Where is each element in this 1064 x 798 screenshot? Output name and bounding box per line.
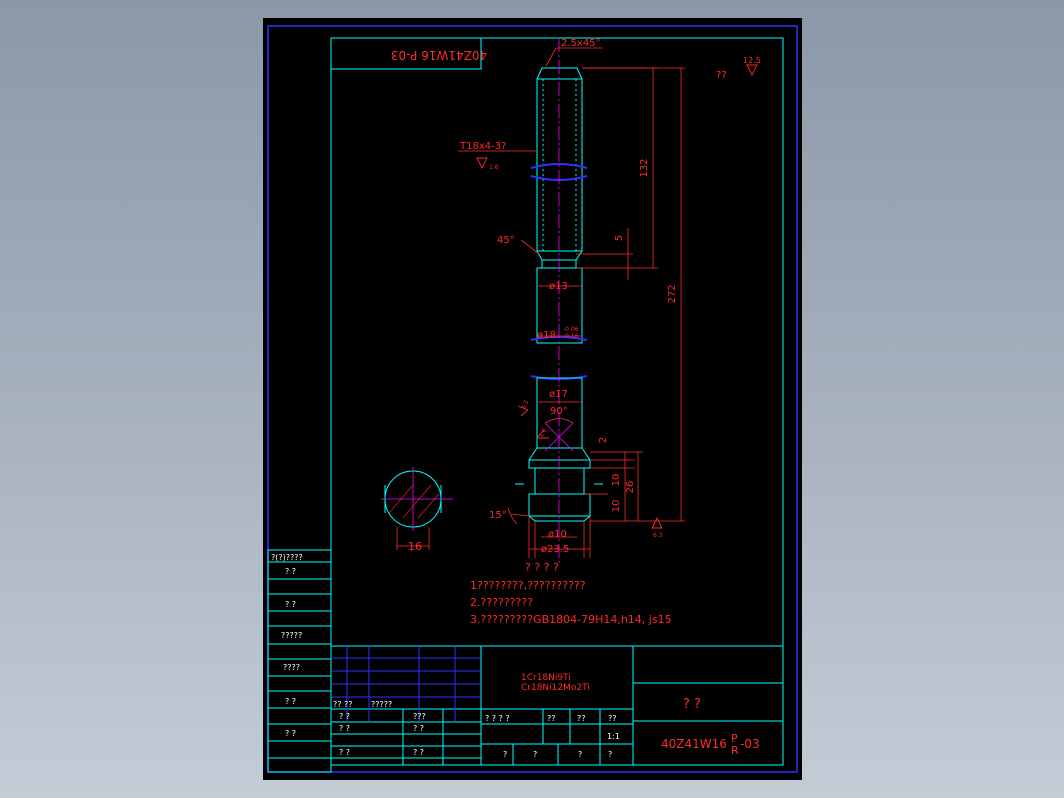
cad-drawing-viewport[interactable]: 40Z41W16 P-03 2.5x45° 12.5 ?? T18x4-3? 1… (263, 18, 802, 780)
left-strip-label-0: ?(?)???? (271, 553, 303, 562)
dim-10-upper: 10 (611, 474, 622, 487)
mirrored-code-text: 40Z41W16 P-03 (391, 48, 487, 62)
left-strip-label-1: ? ? (285, 567, 296, 576)
roughness-icon-main (746, 64, 758, 77)
section-width: 16 (408, 540, 422, 553)
dim-5: 5 (614, 235, 625, 241)
left-strip-label-4: ???? (283, 663, 300, 672)
tb-sheet-label-3: ? (608, 750, 612, 759)
tb-col-label-0: ??? (413, 712, 426, 721)
tol-18-lower: -0.16 (563, 333, 579, 340)
note-2: 2.????????? (470, 596, 533, 609)
roughness-main-value: 12.5 (743, 56, 761, 65)
roughness-icon-thread (476, 157, 488, 170)
dim-272: 272 (667, 284, 678, 303)
left-strip-label-5: ? ? (285, 697, 296, 706)
chamfer-label: 2.5x45° (561, 38, 601, 49)
material-2: Cr18Ni12Mo2Ti (521, 683, 590, 693)
tb-row-label-1: ????? (371, 700, 392, 709)
tb-row-label-2: ? ? (339, 712, 350, 721)
tech-req-title: ? ? ? ? (525, 561, 559, 574)
tb-row-label-3: ? ? (339, 724, 350, 733)
roughness-symbols (476, 64, 758, 529)
dia-10: ø10 (548, 529, 567, 540)
tb-col-label-2: ? ? (413, 748, 424, 757)
tb-sheet-label-0: ? (503, 750, 507, 759)
dim-132: 132 (639, 158, 650, 177)
dia-23-5: ø23.5 (541, 544, 569, 555)
left-strip-label-3: ????? (281, 631, 302, 640)
dia-17: ø17 (549, 389, 568, 400)
material-1: 1Cr18Ni9Ti (521, 673, 571, 683)
dim-26: 26 (625, 481, 636, 494)
dia-13: ø13 (549, 281, 568, 292)
dim-10-lower: 10 (611, 500, 622, 513)
tb-stage-label-2: ?? (577, 714, 586, 723)
part-name: ? ? (683, 697, 701, 712)
drawing-code-suffix: -03 (740, 737, 760, 751)
roughness-thread-value: 1.6 (489, 164, 499, 171)
left-strip-label-2: ? ? (285, 600, 296, 609)
mirrored-code-box: 40Z41W16 P-03 (330, 37, 487, 70)
angle-45: 45° (497, 235, 515, 246)
note-3: 3.?????????GB1804-79H14,h14, js15 (470, 613, 672, 626)
drawing-code: 40Z41W16 (661, 737, 727, 751)
left-strip-label-6: ? ? (285, 729, 296, 738)
left-strip-frame (267, 549, 332, 773)
tb-sheet-label-2: ? (578, 750, 582, 759)
tol-18-upper: -0.06 (563, 326, 579, 333)
roughness-icon-bottom (651, 516, 663, 529)
note-1: 1????????,?????????? (470, 579, 586, 592)
tb-stage-label-1: ?? (547, 714, 556, 723)
roughness-main-note: ?? (716, 70, 727, 81)
section-view: 16 (381, 467, 453, 553)
tb-col-label-1: ? ? (413, 724, 424, 733)
shaft-part (528, 67, 591, 522)
angle-90: 90° (550, 406, 568, 417)
roughness-cone-value: 1.6 (538, 427, 549, 439)
inner-frame (330, 37, 784, 766)
drawing-sheet: 40Z41W16 P-03 2.5x45° 12.5 ?? T18x4-3? 1… (267, 25, 798, 773)
dimension-lines (458, 47, 685, 558)
dim-2: 2 (598, 437, 609, 443)
tb-row-label-0: ?? ?? (333, 700, 353, 709)
tb-sheet-label-1: ? (533, 750, 537, 759)
roughness-bottom-value: 6.3 (653, 532, 663, 539)
title-block-grid-blue (331, 646, 481, 722)
tb-row-label-4: ? ? (339, 748, 350, 757)
dia-18: ø18 (537, 330, 556, 341)
tb-scale: 1:1 (607, 732, 620, 741)
tb-stage-label-0: ? ? ? ? (485, 714, 510, 723)
thread-spec: T18x4-3? (459, 141, 506, 152)
roughness-side-value: 3.2 (520, 399, 530, 411)
drawing-code-sub: R (731, 744, 739, 757)
tb-stage-label-3: ?? (608, 714, 617, 723)
angle-15: 15° (489, 510, 507, 521)
